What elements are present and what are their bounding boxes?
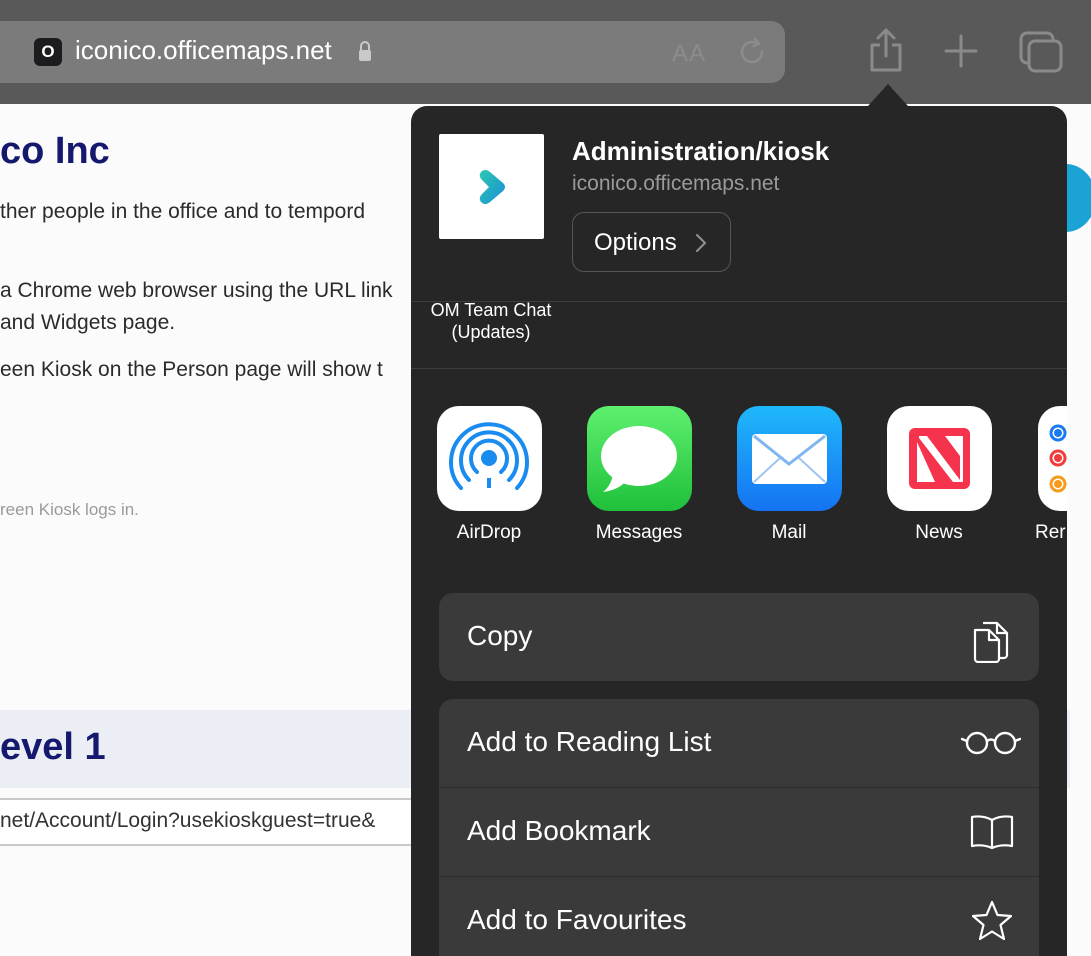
- site-favicon: O: [34, 38, 62, 66]
- share-app-label: Messages: [595, 522, 683, 543]
- share-sheet: Administration/kiosk iconico.officemaps.…: [411, 106, 1067, 956]
- reminders-icon: [1038, 406, 1067, 511]
- kiosk-url-value[interactable]: net/Account/Login?usekioskguest=true&: [0, 809, 375, 833]
- reader-button[interactable]: AA: [672, 40, 706, 68]
- airdrop-icon: [437, 406, 542, 511]
- contact-suggestion[interactable]: OM Team Chat (Updates): [417, 299, 565, 343]
- share-sheet-subtitle: iconico.officemaps.net: [572, 172, 780, 195]
- tabs-overview-icon[interactable]: [1018, 30, 1064, 74]
- action-add-bookmark[interactable]: Add Bookmark: [439, 788, 1039, 876]
- action-copy[interactable]: Copy: [439, 593, 1039, 681]
- page-note: reen Kiosk logs in.: [0, 500, 139, 519]
- options-label: Options: [594, 229, 677, 256]
- popover-arrow: [868, 84, 908, 106]
- share-app-label: Rer: [1035, 522, 1066, 543]
- lock-icon: [359, 41, 371, 61]
- star-icon: [971, 900, 1013, 941]
- action-label: Add to Reading List: [467, 726, 712, 757]
- page-heading: co Inc: [0, 130, 110, 172]
- reload-icon[interactable]: [736, 36, 768, 68]
- action-add-favourites[interactable]: Add to Favourites: [439, 877, 1039, 956]
- copy-icon: [973, 621, 1009, 663]
- new-tab-icon[interactable]: [944, 34, 978, 68]
- share-app-label: Mail: [771, 522, 807, 543]
- action-label: Add Bookmark: [467, 815, 651, 846]
- options-button[interactable]: Options: [572, 212, 731, 272]
- action-add-reading-list[interactable]: Add to Reading List: [439, 699, 1039, 787]
- officemaps-logo: [479, 170, 505, 204]
- page-paragraph: a Chrome web browser using the URL link: [0, 279, 393, 302]
- chevron-right-icon: [695, 233, 707, 253]
- contact-suggestion-detail: (Updates): [451, 322, 531, 342]
- action-label: Copy: [467, 620, 533, 651]
- section-heading: evel 1: [0, 726, 106, 768]
- share-app-label: AirDrop: [456, 522, 522, 543]
- page-paragraph: and Widgets page.: [0, 311, 176, 334]
- divider: [411, 368, 1067, 369]
- page-paragraph: een Kiosk on the Person page will show t: [0, 358, 383, 381]
- contact-suggestion-name: OM Team Chat: [430, 300, 552, 320]
- book-icon: [970, 815, 1014, 850]
- messages-icon: [587, 406, 692, 511]
- share-icon[interactable]: [866, 26, 906, 74]
- glasses-icon: [961, 731, 1021, 755]
- page-paragraph: ther people in the office and to tempord: [0, 200, 366, 223]
- news-icon: [887, 406, 992, 511]
- mail-icon: [737, 406, 842, 511]
- page-thumbnail: [439, 134, 544, 239]
- address-bar-url[interactable]: iconico.officemaps.net: [75, 35, 332, 66]
- action-label: Add to Favourites: [467, 904, 687, 935]
- share-sheet-title: Administration/kiosk: [572, 136, 830, 166]
- share-app-label: News: [915, 522, 963, 543]
- browser-toolbar: O iconico.officemaps.net AA: [0, 0, 1091, 104]
